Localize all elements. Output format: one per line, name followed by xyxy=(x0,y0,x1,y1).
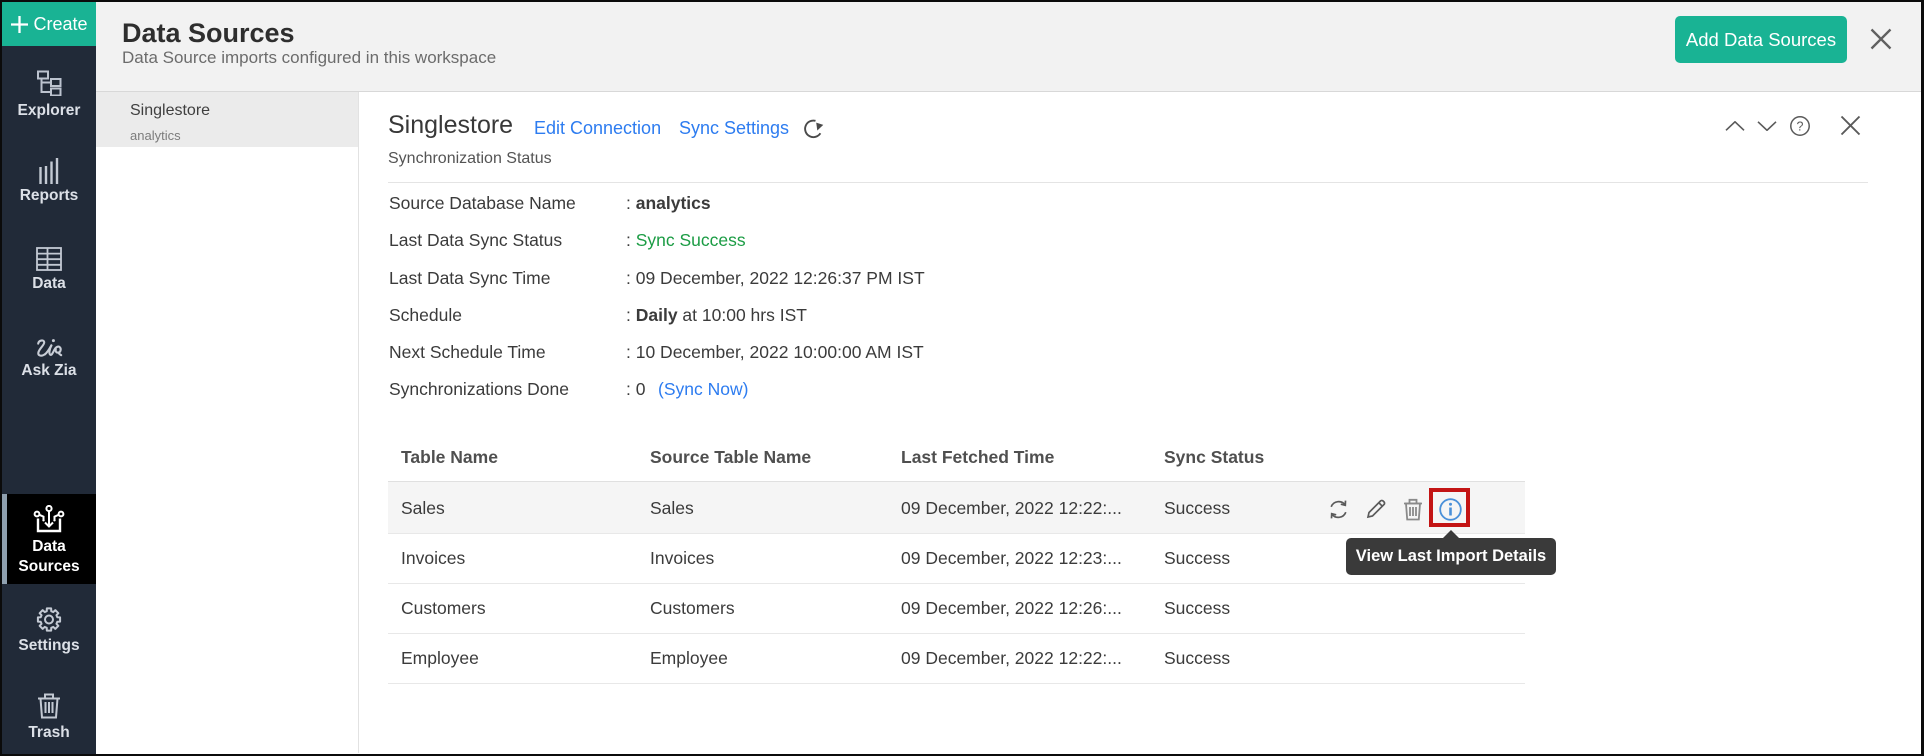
svg-text:?: ? xyxy=(1797,120,1804,134)
